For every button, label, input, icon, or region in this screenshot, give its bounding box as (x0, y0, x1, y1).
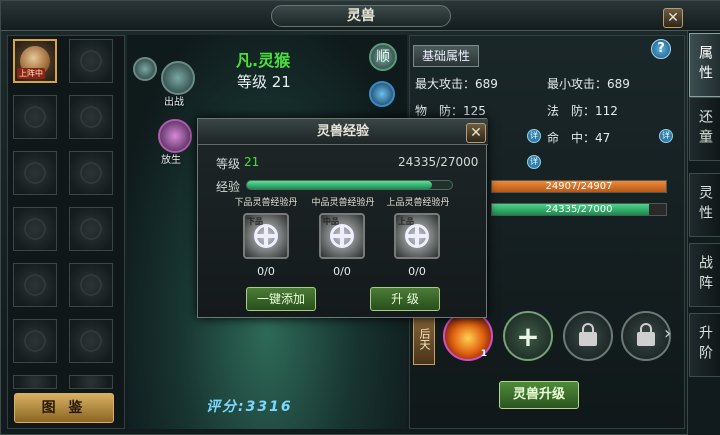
dialog-exp-value: 24335/27000 (398, 155, 479, 169)
dialog-exp-bar (246, 180, 453, 190)
pet-slot[interactable] (69, 263, 113, 307)
dragon-placeholder-icon (80, 274, 102, 296)
pet-level: 等级 21 (237, 73, 291, 91)
dialog-exp-label: 经验 (216, 180, 241, 194)
title-bar: 灵兽 ✕ (1, 1, 720, 31)
pill-name-low: 下品灵兽经验丹 (234, 198, 298, 208)
exp-bar: 24335/27000 (491, 203, 667, 216)
dragon-placeholder-icon (24, 106, 46, 128)
dragon-placeholder-icon (24, 274, 46, 296)
dragon-placeholder-icon (80, 162, 102, 184)
tab-formation[interactable]: 战阵 (689, 243, 720, 307)
dragon-placeholder-icon (80, 106, 102, 128)
hp-bar-text: 24907/24907 (545, 181, 613, 192)
pet-slot[interactable] (13, 263, 57, 307)
lock-icon (637, 323, 655, 346)
exp-bar-text: 24335/27000 (545, 204, 613, 215)
pet-codex-button[interactable]: 图 鉴 (14, 393, 114, 423)
dragon-placeholder-icon (80, 218, 102, 240)
dragon-placeholder-icon (24, 330, 46, 352)
pet-name: 凡.灵猴 (236, 51, 291, 70)
side-tabs: 属性 还童 灵性 战阵 升阶 (687, 31, 720, 435)
pet-slot-active[interactable]: 上阵中 (13, 39, 57, 83)
skill-count: 1 (480, 349, 487, 359)
exp-pill-icon (254, 224, 278, 248)
tab-advance[interactable]: 升阶 (689, 313, 720, 377)
window-title: 灵兽 (271, 5, 451, 27)
pill-count-high: 0/0 (408, 265, 426, 278)
acquired-skill-label: 后天 (413, 313, 435, 365)
pill-count-mid: 0/0 (333, 265, 351, 278)
dragon-placeholder-icon (24, 162, 46, 184)
next-page-icon[interactable]: › (664, 323, 671, 344)
pet-slot[interactable] (69, 207, 113, 251)
dialog-exp-bar-fill (247, 181, 432, 189)
exp-pill-icon (330, 224, 354, 248)
deployed-badge: 上阵中 (17, 68, 45, 79)
pet-slot[interactable] (69, 39, 113, 83)
pet-upgrade-button[interactable]: 灵兽升级 (499, 381, 579, 409)
dialog-level-value: 21 (244, 155, 260, 169)
battle-button-icon[interactable] (161, 61, 195, 95)
stat-hit: 命 中：47 (547, 131, 611, 145)
info-icon[interactable]: 详 (527, 129, 541, 143)
pill-low-slot[interactable]: 下品 (243, 213, 289, 259)
pet-slot[interactable] (13, 95, 57, 139)
help-icon[interactable]: ? (651, 39, 671, 59)
tame-icon[interactable]: 顺 (369, 43, 397, 71)
stat-min-attack: 最小攻击：689 (547, 77, 630, 91)
lock-icon (579, 323, 597, 346)
release-button-icon[interactable] (158, 119, 192, 153)
pill-mid-slot[interactable]: 中品 (319, 213, 365, 259)
release-label: 放生 (161, 155, 181, 166)
dialog-close-button[interactable]: ✕ (466, 123, 486, 143)
info-icon[interactable]: 详 (659, 129, 673, 143)
stat-phys-def: 物 防：125 (415, 104, 486, 118)
pet-slot[interactable] (13, 319, 57, 363)
pet-slot[interactable] (13, 207, 57, 251)
pet-slot[interactable] (69, 95, 113, 139)
battle-label: 出战 (164, 97, 184, 108)
pet-slot[interactable] (13, 151, 57, 195)
dragon-placeholder-icon (24, 218, 46, 240)
tab-basic-attributes[interactable]: 基础属性 (413, 45, 479, 67)
tab-attributes[interactable]: 属性 (689, 33, 720, 97)
dialog-title: 灵兽经验 (198, 119, 488, 145)
pill-count-low: 0/0 (257, 265, 275, 278)
add-skill-button[interactable]: + (503, 311, 553, 361)
tab-rejuvenate[interactable]: 还童 (689, 97, 720, 161)
pill-name-high: 上品灵兽经验丹 (386, 198, 450, 208)
pet-slot[interactable] (69, 375, 113, 389)
stat-max-attack: 最大攻击：689 (415, 77, 498, 91)
pill-high-slot[interactable]: 上品 (394, 213, 440, 259)
pet-slot[interactable] (69, 151, 113, 195)
add-all-button[interactable]: 一键添加 (246, 287, 316, 311)
pet-slot[interactable] (13, 375, 57, 389)
exp-pill-icon (405, 224, 429, 248)
tab-spirit[interactable]: 灵性 (689, 173, 720, 237)
pet-exp-dialog: 灵兽经验 ✕ 等级 21 24335/27000 经验 下品灵兽经验丹 中品灵兽… (197, 118, 488, 318)
paw-icon[interactable] (369, 81, 395, 107)
stat-mag-def: 法 防：112 (547, 104, 618, 118)
pet-slot[interactable] (69, 319, 113, 363)
close-window-button[interactable]: ✕ (663, 8, 683, 28)
fire-skill-icon[interactable]: 1 (443, 311, 493, 361)
dialog-upgrade-button[interactable]: 升 级 (370, 287, 440, 311)
dragon-placeholder-icon (80, 50, 102, 72)
pet-score: 评分:3316 (206, 399, 293, 415)
hp-bar: 24907/24907 (491, 180, 667, 193)
info-icon[interactable]: 详 (527, 155, 541, 169)
dragon-placeholder-icon (80, 330, 102, 352)
dialog-level-label: 等级 (216, 157, 241, 171)
locked-skill-slot[interactable] (563, 311, 613, 361)
rest-icon[interactable] (133, 57, 157, 81)
pill-name-mid: 中品灵兽经验丹 (311, 198, 375, 208)
